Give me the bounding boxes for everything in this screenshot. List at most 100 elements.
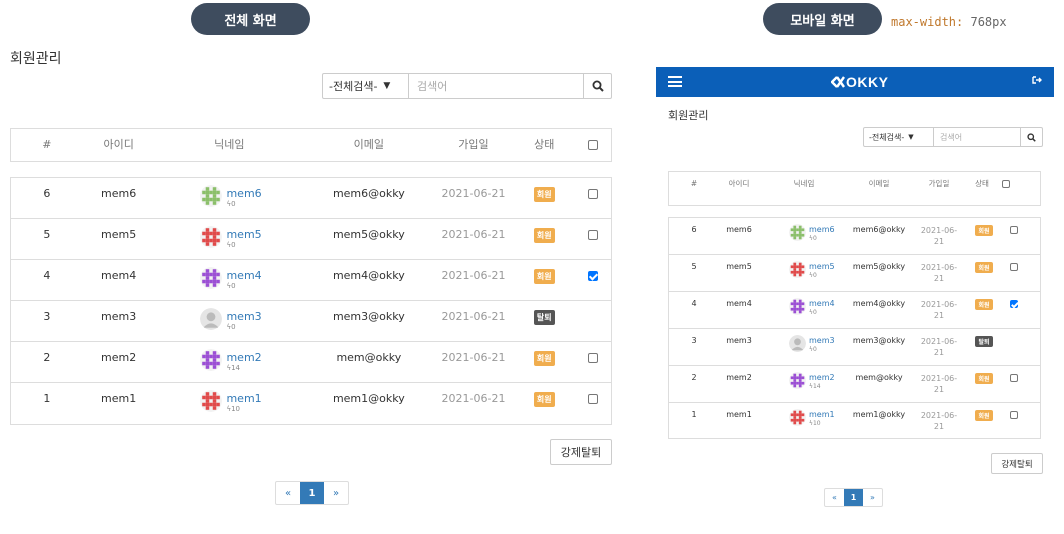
checkbox-cell xyxy=(999,373,1029,382)
prev-page-button[interactable]: « xyxy=(825,489,844,506)
row-checkbox[interactable] xyxy=(1010,262,1018,271)
nickname-link[interactable]: mem3 xyxy=(809,336,835,346)
row-number: 6 xyxy=(43,187,51,200)
activity-points: ϟ0 xyxy=(226,323,261,332)
join-date: 2021-06-21 xyxy=(434,187,514,200)
header-status: 상태 xyxy=(975,179,989,188)
nickname-link[interactable]: mem1 xyxy=(226,392,261,405)
row-checkbox[interactable] xyxy=(588,353,599,363)
nickname-link[interactable]: mem3 xyxy=(226,310,261,323)
prev-page-button[interactable]: « xyxy=(276,482,300,504)
row-checkbox[interactable] xyxy=(588,230,599,240)
mobile-table-header: # 아이디 닉네임 이메일 가입일 상태 xyxy=(668,171,1041,206)
join-date: 2021-06-21 xyxy=(909,299,969,321)
avatar[interactable] xyxy=(200,185,223,207)
row-checkbox[interactable] xyxy=(588,189,599,199)
avatar[interactable] xyxy=(789,224,806,241)
row-checkbox[interactable] xyxy=(588,394,599,404)
mobile-search-input[interactable] xyxy=(934,128,1020,146)
search-button[interactable] xyxy=(583,74,611,98)
logout-icon[interactable] xyxy=(1032,75,1042,85)
table-row: 1mem1mem1ϟ10mem1@okky2021-06-21회원 xyxy=(11,383,611,423)
row-checkbox[interactable] xyxy=(1010,373,1018,382)
nickname-link[interactable]: mem5 xyxy=(226,228,261,241)
table-row: 6mem6mem6ϟ0mem6@okky2021-06-21회원 xyxy=(669,218,1040,255)
avatar[interactable] xyxy=(200,267,223,289)
checkbox-cell xyxy=(575,228,611,241)
activity-points: ϟ0 xyxy=(226,282,261,291)
avatar[interactable] xyxy=(200,349,223,371)
page-button-current[interactable]: 1 xyxy=(844,489,863,506)
avatar[interactable] xyxy=(789,409,806,426)
nickname-link[interactable]: mem1 xyxy=(809,410,835,420)
avatar[interactable] xyxy=(789,261,806,278)
avatar[interactable] xyxy=(200,308,223,330)
mobile-select-all-checkbox[interactable] xyxy=(1002,180,1010,188)
row-number: 1 xyxy=(691,410,697,419)
row-checkbox[interactable] xyxy=(1010,225,1018,234)
member-id: mem2 xyxy=(726,373,752,382)
avatar[interactable] xyxy=(789,372,806,389)
mobile-search-type-select[interactable]: -전체검색- ▼ xyxy=(864,128,934,146)
mobile-search-button[interactable] xyxy=(1020,128,1042,146)
search-input[interactable] xyxy=(409,74,583,98)
status-cell: 회원 xyxy=(969,410,999,421)
member-nickname-cell: mem3 ϟ0 xyxy=(154,308,304,332)
join-date: 2021-06-21 xyxy=(909,262,969,284)
search-icon xyxy=(1027,132,1036,142)
status-badge: 회원 xyxy=(975,299,993,310)
header-id: 아이디 xyxy=(728,179,750,188)
avatar[interactable] xyxy=(200,226,223,248)
select-all-checkbox[interactable] xyxy=(588,140,599,150)
row-checkbox[interactable] xyxy=(1010,410,1018,419)
join-date-text: 2021-06-21 xyxy=(441,310,506,323)
join-date: 2021-06-21 xyxy=(909,410,969,432)
avatar[interactable] xyxy=(789,298,806,315)
member-id: mem6 xyxy=(726,225,752,234)
pagination: « 1 » xyxy=(275,481,349,505)
force-withdraw-button[interactable]: 강제탈퇴 xyxy=(550,439,612,465)
next-page-button[interactable]: » xyxy=(324,482,348,504)
avatar[interactable] xyxy=(200,390,223,412)
join-date-text: 2021-06-21 xyxy=(441,351,506,364)
avatar-icon xyxy=(789,372,806,389)
join-date-line1: 2021-06- xyxy=(920,300,958,309)
member-id: mem5 xyxy=(101,228,137,241)
row-checkbox[interactable] xyxy=(588,271,599,281)
search-type-select[interactable]: -전체검색- ▼ xyxy=(323,74,409,98)
checkbox-cell xyxy=(575,351,611,364)
row-number: 1 xyxy=(43,392,51,405)
status-cell: 회원 xyxy=(513,269,575,284)
status-badge: 회원 xyxy=(975,225,993,236)
join-date: 2021-06-21 xyxy=(434,269,514,282)
nickname-link[interactable]: mem6 xyxy=(226,187,261,200)
table-row: 3mem3mem3ϟ0mem3@okky2021-06-21탈퇴 xyxy=(669,329,1040,366)
activity-points-value: 10 xyxy=(812,420,821,427)
table-row: 6mem6mem6ϟ0mem6@okky2021-06-21회원 xyxy=(11,178,611,219)
status-badge: 탈퇴 xyxy=(975,336,993,347)
table-row: 5mem5mem5ϟ0mem5@okky2021-06-21회원 xyxy=(669,255,1040,292)
member-nickname-cell: mem1 ϟ10 xyxy=(154,390,304,414)
join-date-line1: 2021-06- xyxy=(920,374,958,383)
avatar[interactable] xyxy=(789,335,806,352)
row-checkbox[interactable] xyxy=(1010,299,1018,308)
nickname-link[interactable]: mem4 xyxy=(226,269,261,282)
member-nickname-cell: mem5 ϟ0 xyxy=(154,226,304,250)
header-nick: 닉네임 xyxy=(793,179,815,188)
nickname-link[interactable]: mem6 xyxy=(809,225,835,235)
page-button-current[interactable]: 1 xyxy=(300,482,324,504)
join-date: 2021-06-21 xyxy=(909,225,969,247)
nickname-link[interactable]: mem4 xyxy=(809,299,835,309)
nickname-link[interactable]: mem2 xyxy=(226,351,261,364)
activity-points-value: 0 xyxy=(812,309,817,316)
menu-icon[interactable] xyxy=(668,76,682,87)
avatar-icon xyxy=(789,261,806,278)
member-id: mem2 xyxy=(101,351,137,364)
brand-logo[interactable]: OKKY xyxy=(831,74,888,90)
mobile-force-withdraw-button[interactable]: 강제탈퇴 xyxy=(991,453,1043,474)
next-page-button[interactable]: » xyxy=(863,489,882,506)
checkbox-cell xyxy=(999,410,1029,419)
nickname-link[interactable]: mem2 xyxy=(809,373,835,383)
chevron-down-icon: ▼ xyxy=(383,81,391,91)
nickname-link[interactable]: mem5 xyxy=(809,262,835,272)
